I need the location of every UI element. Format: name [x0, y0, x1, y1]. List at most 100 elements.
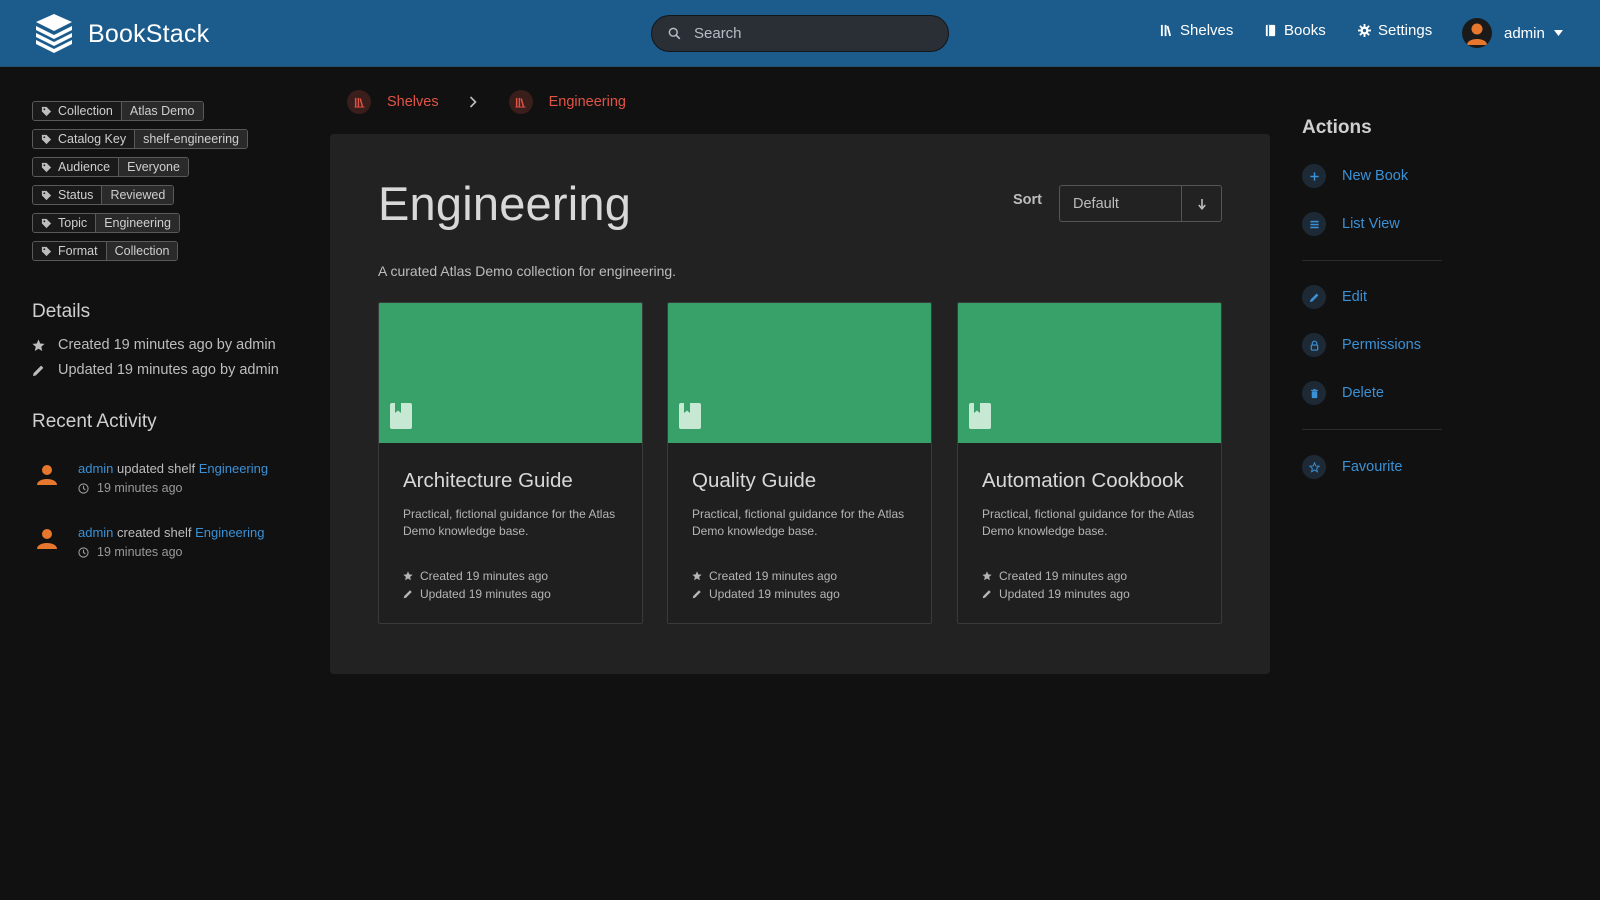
permissions-button[interactable]: Permissions	[1302, 333, 1421, 357]
tag-value[interactable]: Collection	[105, 242, 178, 260]
book-created: Created 19 minutes ago	[403, 569, 548, 583]
tag-item[interactable]: Topic Engineering	[32, 213, 180, 233]
list-view-label: List View	[1342, 216, 1400, 232]
shelf-description: A curated Atlas Demo collection for engi…	[378, 263, 677, 279]
search-input[interactable]	[694, 25, 914, 42]
permissions-label: Permissions	[1342, 337, 1421, 353]
book-created-text: Created 19 minutes ago	[420, 569, 549, 583]
new-book-label: New Book	[1342, 168, 1409, 184]
tag-name-text: Catalog Key	[58, 132, 127, 146]
tag-name[interactable]: Collection	[33, 102, 121, 120]
actions-heading: Actions	[1302, 117, 1372, 138]
list-icon	[1309, 220, 1319, 228]
activity-time: 19 minutes ago	[78, 481, 182, 495]
shelves-icon	[1160, 24, 1172, 37]
search-icon	[668, 27, 681, 40]
nav-books-link[interactable]: Books	[1264, 22, 1326, 39]
activity-time: 19 minutes ago	[78, 545, 182, 559]
shelf-icon-badge	[508, 90, 533, 114]
activity-target-link[interactable]: Engineering	[199, 461, 268, 476]
tag-name[interactable]: Audience	[33, 158, 119, 176]
breadcrumb-shelves-label: Shelves	[387, 94, 439, 110]
search-box[interactable]	[651, 15, 949, 52]
trash-icon-badge	[1302, 381, 1326, 405]
activity-text: admin updated shelf Engineering	[78, 461, 268, 476]
app-logo[interactable]: BookStack	[32, 14, 209, 54]
tag-value[interactable]: Everyone	[118, 158, 188, 176]
book-title: Automation Cookbook	[982, 469, 1184, 492]
sort-select[interactable]: Default	[1060, 186, 1181, 221]
pencil-icon	[692, 590, 701, 599]
nav-settings-link[interactable]: Settings	[1358, 22, 1432, 39]
tag-name[interactable]: Topic	[33, 214, 96, 232]
delete-label: Delete	[1342, 385, 1384, 401]
nav-settings-label: Settings	[1378, 22, 1433, 39]
tag-name[interactable]: Status	[33, 186, 102, 204]
breadcrumb-shelves[interactable]: Shelves	[347, 90, 439, 114]
tag-item[interactable]: Catalog Key shelf-engineering	[32, 129, 249, 149]
book-icon	[969, 403, 991, 429]
tag-value[interactable]: Reviewed	[101, 186, 174, 204]
clock-icon	[78, 546, 89, 558]
pencil-icon	[403, 590, 412, 599]
activity-user-link[interactable]: admin	[78, 461, 113, 476]
sort-control: Default	[1059, 185, 1222, 222]
activity-action: updated shelf	[113, 461, 199, 476]
book-cover	[958, 303, 1221, 443]
tag-name-text: Status	[58, 188, 94, 202]
book-card[interactable]: Architecture Guide Practical, fictional …	[378, 302, 643, 624]
list-view-button[interactable]: List View	[1302, 212, 1400, 236]
created-text: Created 19 minutes ago by admin	[58, 337, 276, 353]
book-card[interactable]: Automation Cookbook Practical, fictional…	[957, 302, 1222, 624]
tag-name[interactable]: Catalog Key	[33, 130, 135, 148]
sort-select-value: Default	[1073, 195, 1119, 212]
updated-text: Updated 19 minutes ago by admin	[58, 362, 279, 378]
activity-target-link[interactable]: Engineering	[195, 525, 264, 540]
user-avatar-icon	[37, 529, 57, 549]
tag-item[interactable]: Format Collection	[32, 241, 179, 261]
sort-direction-button[interactable]	[1181, 186, 1221, 221]
activity-text: admin created shelf Engineering	[78, 525, 264, 540]
delete-button[interactable]: Delete	[1302, 381, 1384, 405]
user-avatar-icon	[1467, 23, 1487, 45]
tag-value[interactable]: Atlas Demo	[120, 102, 203, 120]
lock-icon	[1310, 340, 1318, 351]
user-name: admin	[1504, 24, 1545, 42]
edit-button[interactable]: Edit	[1302, 285, 1367, 309]
user-menu[interactable]: admin	[1462, 18, 1563, 48]
bookstack-logo-icon	[36, 14, 72, 53]
breadcrumb-engineering[interactable]: Engineering	[508, 90, 626, 114]
tag-list: Collection Atlas Demo Catalog Key shelf-…	[32, 101, 249, 269]
nav-books-label: Books	[1284, 22, 1326, 39]
activity-user-link[interactable]: admin	[78, 525, 113, 540]
tag-name[interactable]: Format	[33, 242, 106, 260]
actions-divider	[1302, 429, 1442, 430]
chevron-right-icon	[469, 96, 477, 108]
tag-item[interactable]: Status Reviewed	[32, 185, 175, 205]
star-icon	[982, 571, 992, 581]
edit-label: Edit	[1342, 289, 1367, 305]
shelf-icon-badge	[347, 90, 371, 114]
pencil-icon-badge	[1302, 285, 1326, 309]
pencil-icon	[1309, 293, 1318, 302]
tag-icon	[41, 218, 52, 228]
pencil-icon	[32, 365, 44, 376]
star-icon	[692, 571, 702, 581]
new-book-button[interactable]: New Book	[1302, 164, 1408, 188]
book-updated: Updated 19 minutes ago	[692, 587, 840, 601]
nav-shelves-link[interactable]: Shelves	[1160, 22, 1233, 39]
book-card[interactable]: Quality Guide Practical, fictional guida…	[667, 302, 932, 624]
tag-icon	[41, 246, 52, 256]
trash-icon	[1310, 388, 1318, 398]
tag-item[interactable]: Audience Everyone	[32, 157, 189, 177]
lock-icon-badge	[1302, 333, 1326, 357]
favourite-button[interactable]: Favourite	[1302, 455, 1402, 479]
tag-value[interactable]: shelf-engineering	[134, 130, 248, 148]
star-icon-badge	[1302, 455, 1326, 479]
gear-icon	[1358, 24, 1371, 37]
tag-item[interactable]: Collection Atlas Demo	[32, 101, 204, 121]
activity-time-text: 19 minutes ago	[97, 481, 183, 495]
updated-detail: Updated 19 minutes ago by admin	[32, 362, 279, 378]
tag-value[interactable]: Engineering	[95, 214, 179, 232]
book-updated-text: Updated 19 minutes ago	[709, 587, 840, 601]
